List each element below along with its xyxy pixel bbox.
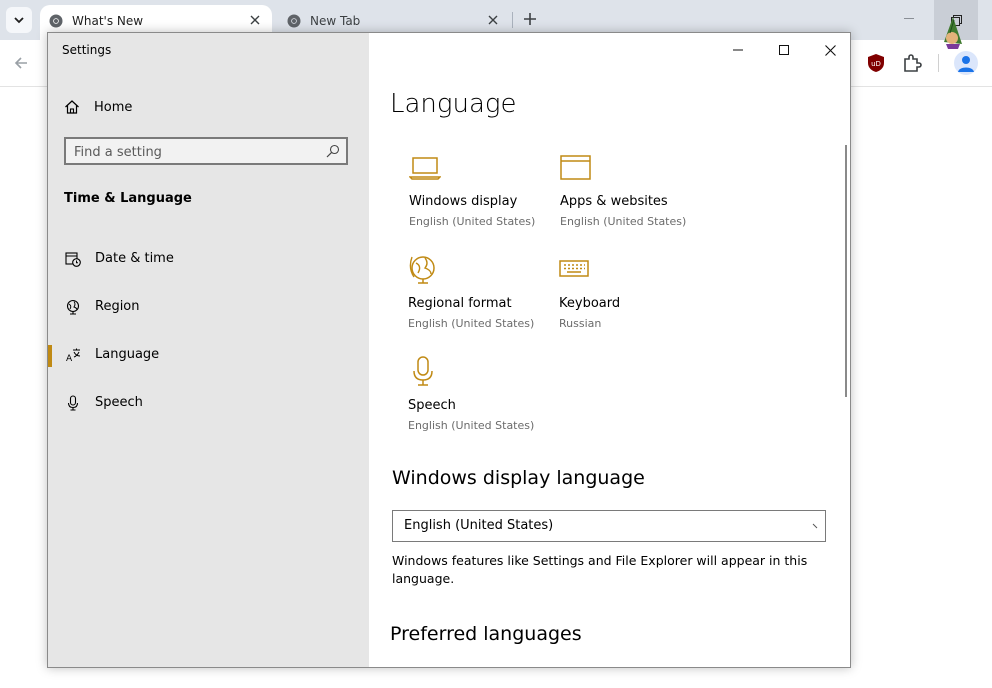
svg-text:A: A bbox=[66, 354, 73, 363]
tile-value: English (United States) bbox=[408, 317, 535, 330]
tab-close-button[interactable] bbox=[246, 11, 264, 29]
tile-speech[interactable]: Speech English (United States) bbox=[408, 355, 558, 445]
microphone-icon bbox=[413, 356, 433, 386]
section-title: Time & Language bbox=[64, 191, 192, 206]
dropdown-value: English (United States) bbox=[404, 518, 554, 533]
minimize-icon bbox=[904, 18, 914, 19]
search-icon bbox=[326, 144, 340, 158]
tile-value: English (United States) bbox=[408, 419, 535, 432]
sidebar-home[interactable]: Home bbox=[64, 95, 132, 119]
tab-search-button[interactable] bbox=[6, 7, 32, 33]
sidebar-item-label: Speech bbox=[95, 395, 143, 410]
settings-sidebar: Settings Home Time & Language Date & tim… bbox=[48, 33, 369, 667]
display-language-dropdown[interactable]: English (United States) bbox=[392, 510, 826, 542]
display-language-heading: Windows display language bbox=[392, 467, 645, 489]
tab-title: What's New bbox=[72, 14, 144, 28]
window-title: Settings bbox=[62, 43, 112, 57]
extensions-puzzle-icon[interactable] bbox=[901, 52, 923, 74]
tile-keyboard[interactable]: Keyboard Russian bbox=[559, 253, 709, 343]
preferred-languages-heading: Preferred languages bbox=[390, 623, 582, 645]
tile-name: Apps & websites bbox=[560, 194, 668, 209]
arrow-left-icon bbox=[14, 57, 27, 69]
settings-content: Language Windows display English (United… bbox=[369, 33, 850, 667]
sidebar-item-label: Region bbox=[95, 299, 140, 314]
chrome-icon bbox=[49, 14, 63, 28]
plus-icon bbox=[524, 13, 536, 25]
globe-icon bbox=[409, 256, 435, 284]
tile-name: Speech bbox=[408, 398, 456, 413]
minimize-button[interactable] bbox=[723, 39, 753, 61]
microphone-icon bbox=[65, 395, 81, 411]
language-icon: A bbox=[65, 347, 81, 363]
tile-value: English (United States) bbox=[560, 215, 687, 228]
mascot-icon bbox=[944, 17, 962, 49]
tile-value: English (United States) bbox=[409, 215, 536, 228]
chevron-down-icon bbox=[812, 523, 818, 529]
tab-close-button[interactable] bbox=[484, 11, 502, 29]
minimize-icon bbox=[733, 49, 743, 51]
tile-name: Regional format bbox=[408, 296, 512, 311]
globe-icon bbox=[65, 299, 81, 315]
window-icon bbox=[560, 155, 591, 180]
back-button[interactable] bbox=[10, 52, 32, 74]
settings-search-box[interactable] bbox=[64, 137, 348, 165]
svg-text:uD: uD bbox=[871, 60, 881, 68]
laptop-icon bbox=[409, 157, 441, 180]
sidebar-item-label: Language bbox=[95, 347, 160, 362]
tab-title: New Tab bbox=[310, 14, 361, 28]
profile-avatar-button[interactable] bbox=[954, 51, 978, 75]
sidebar-item-label: Date & time bbox=[95, 251, 174, 266]
toolbar-separator bbox=[938, 54, 939, 72]
calendar-clock-icon bbox=[65, 251, 81, 267]
sidebar-item-date-time[interactable]: Date & time bbox=[48, 243, 369, 275]
tile-name: Windows display bbox=[409, 194, 518, 209]
browser-minimize-button[interactable] bbox=[898, 8, 920, 30]
sidebar-item-language[interactable]: A Language bbox=[48, 339, 369, 371]
chrome-icon bbox=[287, 14, 301, 28]
tab-separator bbox=[512, 12, 513, 28]
tile-name: Keyboard bbox=[559, 296, 621, 311]
sidebar-item-speech[interactable]: Speech bbox=[48, 387, 369, 419]
close-icon bbox=[250, 15, 260, 25]
sidebar-item-region[interactable]: Region bbox=[48, 291, 369, 323]
tile-value: Russian bbox=[559, 317, 602, 330]
display-language-description: Windows features like Settings and File … bbox=[392, 553, 808, 586]
maximize-icon bbox=[779, 45, 789, 55]
tile-windows-display[interactable]: Windows display English (United States) bbox=[409, 151, 559, 241]
ublock-extension-icon[interactable]: uD bbox=[866, 53, 886, 73]
maximize-button[interactable] bbox=[769, 39, 799, 61]
search-input[interactable] bbox=[74, 143, 314, 161]
home-icon bbox=[65, 100, 79, 114]
new-tab-button[interactable] bbox=[520, 9, 540, 29]
page-title: Language bbox=[390, 89, 517, 119]
close-icon bbox=[824, 44, 836, 56]
keyboard-icon bbox=[559, 260, 589, 277]
close-icon bbox=[488, 15, 498, 25]
chevron-down-icon bbox=[14, 17, 24, 24]
content-scrollbar[interactable] bbox=[845, 145, 847, 397]
tile-regional-format[interactable]: Regional format English (United States) bbox=[408, 253, 558, 343]
settings-window: Settings Home Time & Language Date & tim… bbox=[47, 32, 851, 668]
person-icon bbox=[958, 56, 974, 72]
tile-apps-websites[interactable]: Apps & websites English (United States) bbox=[560, 151, 710, 241]
home-label: Home bbox=[94, 99, 133, 115]
close-button[interactable] bbox=[815, 39, 845, 61]
